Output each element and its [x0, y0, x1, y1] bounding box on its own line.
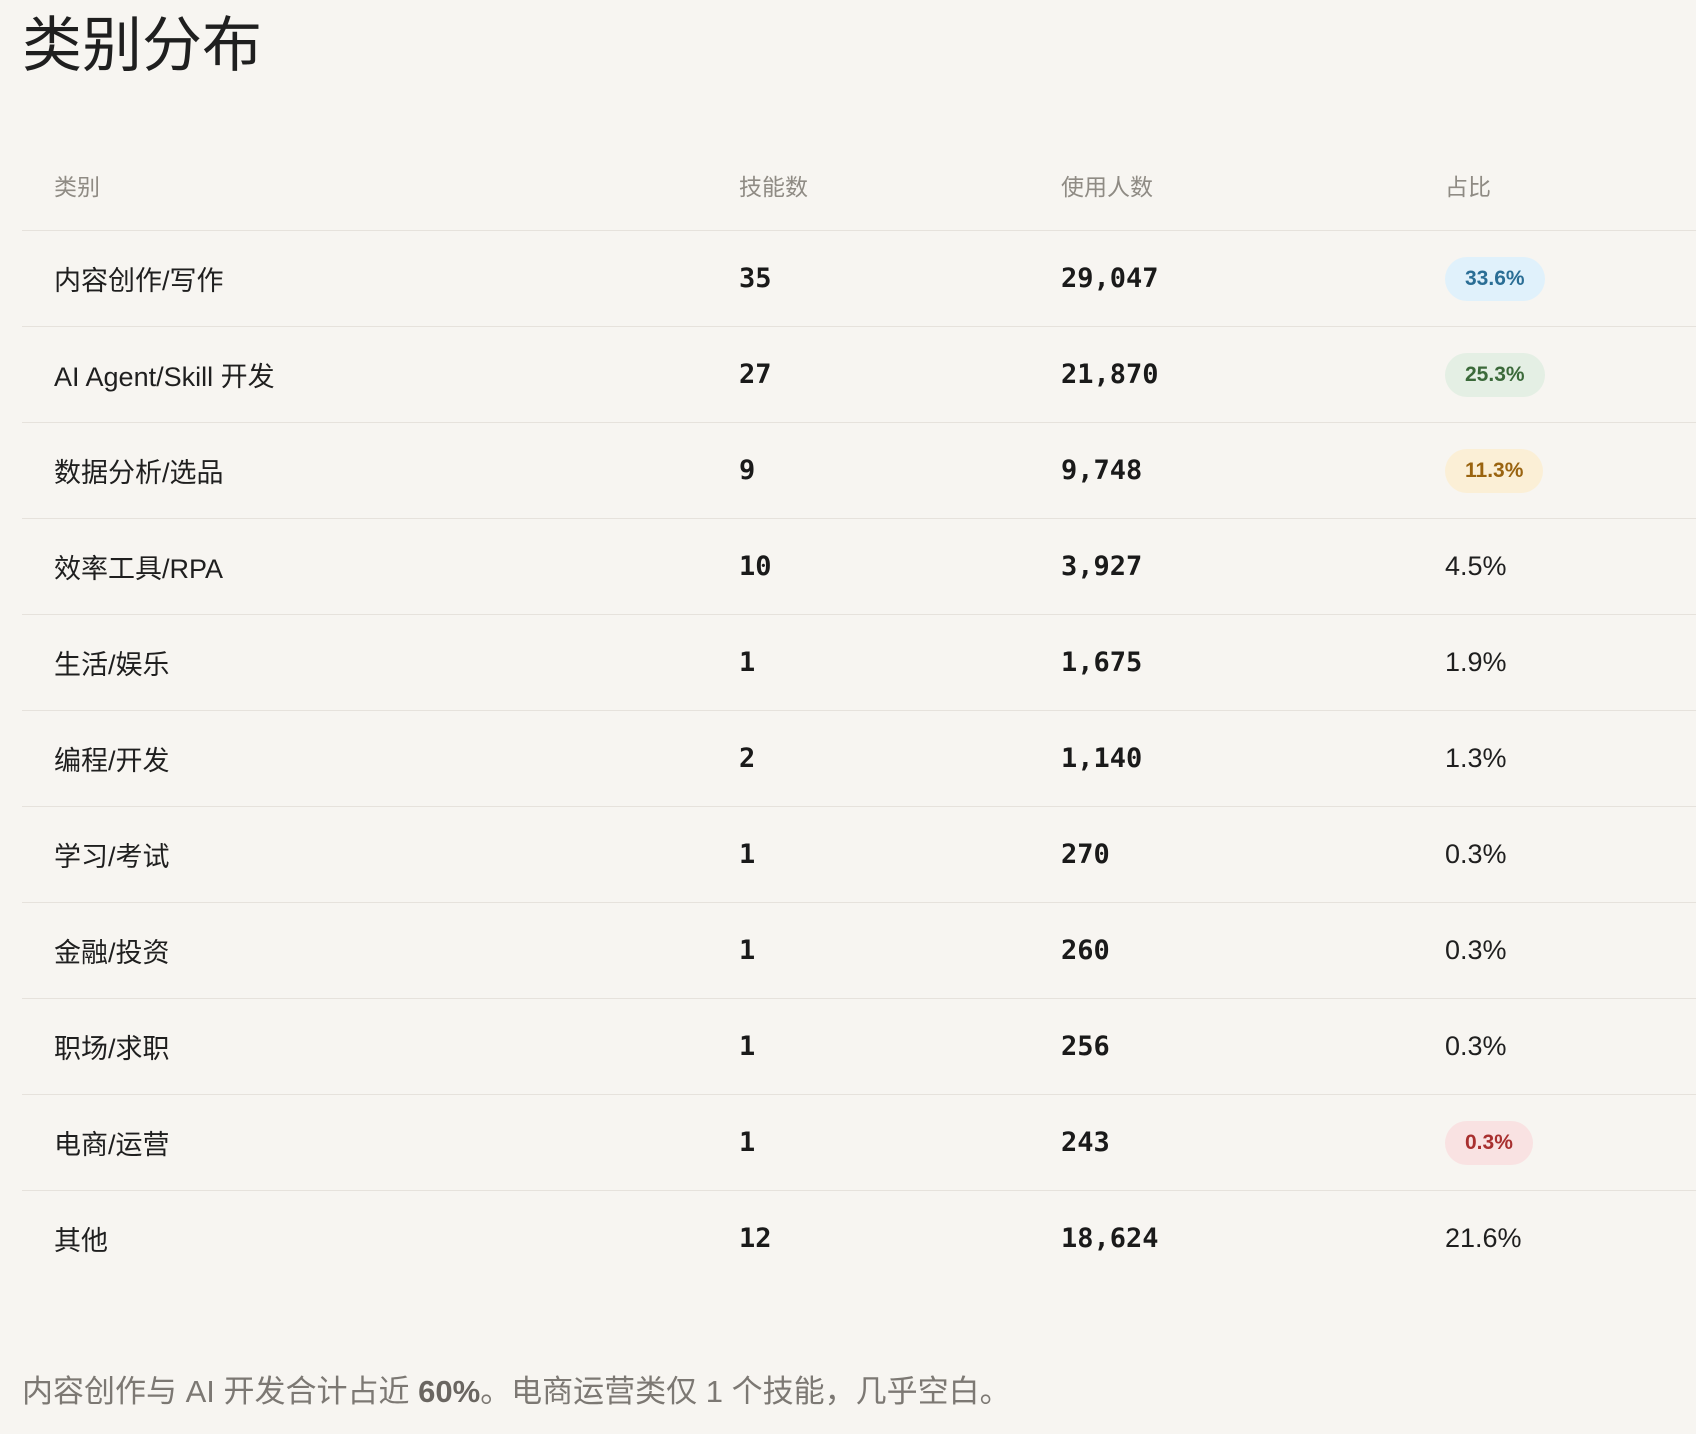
table-row: 电商/运营 1 243 0.3% [22, 1094, 1696, 1191]
table-row: AI Agent/Skill 开发 27 21,870 25.3% [22, 326, 1696, 423]
header-skills: 技能数 [707, 140, 1029, 231]
table-row: 职场/求职 1 256 0.3% [22, 998, 1696, 1095]
share-cell: 33.6% [1413, 230, 1696, 327]
share-cell: 11.3% [1413, 422, 1696, 519]
skills-count-cell: 1 [707, 806, 1029, 903]
skills-count-cell: 2 [707, 710, 1029, 807]
users-count-cell: 256 [1029, 998, 1413, 1095]
share-cell: 4.5% [1413, 518, 1696, 615]
category-cell: 金融/投资 [22, 902, 707, 999]
share-cell: 1.9% [1413, 614, 1696, 711]
users-count-cell: 21,870 [1029, 326, 1413, 423]
users-count-cell: 18,624 [1061, 1223, 1159, 1254]
share-badge: 11.3% [1445, 448, 1544, 493]
skills-count-cell: 1 [707, 902, 1029, 999]
share-badge: 25.3% [1445, 352, 1545, 397]
share-value: 0.3% [1445, 935, 1507, 965]
category-cell: AI Agent/Skill 开发 [22, 326, 707, 423]
skills-count-cell: 1 [707, 1094, 1029, 1191]
share-cell: 0.3% [1413, 902, 1696, 999]
table-body: 内容创作/写作 35 29,047 33.6% AI Agent/Skill 开发 27 2… [22, 230, 1696, 1287]
category-cell: 电商/运营 [22, 1094, 707, 1191]
category-distribution-table: 类别 技能数 使用人数 占比 内容创作/写作 35 29,047 33.6% AI Ag… [22, 140, 1696, 1286]
share-value: 4.5% [1445, 551, 1507, 581]
users-count-cell: 1,140 [1029, 710, 1413, 807]
summary-text-after: 。电商运营类仅 1 个技能，几乎空白。 [480, 1374, 1011, 1409]
category-cell: 学习/考试 [22, 806, 707, 903]
page-title: 类别分布 [22, 11, 262, 81]
skills-count-cell: 35 [707, 230, 1029, 327]
table-row: 效率工具/RPA 10 3,927 4.5% [22, 518, 1696, 615]
table-row: 数据分析/选品 9 9,748 11.3% [22, 422, 1696, 519]
table-row: 内容创作/写作 35 29,047 33.6% [22, 230, 1696, 327]
category-cell: 其他 [54, 1226, 108, 1256]
share-cell: 25.3% [1413, 326, 1696, 423]
share-value: 21.6% [1445, 1223, 1522, 1253]
share-cell: 1.3% [1413, 710, 1696, 807]
share-cell: 0.3% [1413, 1094, 1696, 1191]
share-value: 0.3% [1445, 839, 1507, 869]
header-category: 类别 [22, 140, 707, 231]
users-count-cell: 3,927 [1029, 518, 1413, 615]
header-users: 使用人数 [1029, 140, 1413, 231]
category-cell: 职场/求职 [22, 998, 707, 1095]
category-cell: 生活/娱乐 [22, 614, 707, 711]
skills-count-cell: 27 [707, 326, 1029, 423]
table-row: 编程/开发 2 1,140 1.3% [22, 710, 1696, 807]
summary-emphasis: 60% [418, 1374, 481, 1409]
share-cell: 21.6% [1413, 1191, 1696, 1287]
users-count-cell: 29,047 [1029, 230, 1413, 327]
skills-count-cell: 1 [707, 998, 1029, 1095]
share-badge: 0.3% [1445, 1120, 1533, 1165]
category-cell: 效率工具/RPA [22, 518, 707, 615]
summary-text-before: 内容创作与 AI 开发合计占近 [22, 1374, 419, 1409]
users-count-cell: 1,675 [1029, 614, 1413, 711]
table-row: 生活/娱乐 1 1,675 1.9% [22, 614, 1696, 711]
users-count-cell: 260 [1029, 902, 1413, 999]
skills-count-cell: 1 [707, 614, 1029, 711]
category-cell: 编程/开发 [22, 710, 707, 807]
share-badge: 33.6% [1445, 256, 1545, 301]
category-cell: 内容创作/写作 [22, 230, 707, 327]
skills-count-cell: 9 [707, 422, 1029, 519]
share-value: 0.3% [1445, 1031, 1507, 1061]
table-row: 其他 12 18,624 21.6% [22, 1191, 1696, 1287]
share-value: 1.3% [1445, 743, 1507, 773]
category-cell: 数据分析/选品 [22, 422, 707, 519]
users-count-cell: 243 [1029, 1094, 1413, 1191]
share-cell: 0.3% [1413, 806, 1696, 903]
skills-count-cell: 10 [707, 518, 1029, 615]
table-row: 金融/投资 1 260 0.3% [22, 902, 1696, 999]
users-count-cell: 270 [1029, 806, 1413, 903]
header-share: 占比 [1413, 140, 1696, 231]
skills-count-cell: 12 [739, 1223, 772, 1254]
table-row: 学习/考试 1 270 0.3% [22, 806, 1696, 903]
users-count-cell: 9,748 [1029, 422, 1413, 519]
share-cell: 0.3% [1413, 998, 1696, 1095]
share-value: 1.9% [1445, 647, 1507, 677]
table-header-row: 类别 技能数 使用人数 占比 [22, 140, 1696, 231]
summary-note: 内容创作与 AI 开发合计占近 60%。电商运营类仅 1 个技能，几乎空白。 [22, 1366, 1011, 1411]
